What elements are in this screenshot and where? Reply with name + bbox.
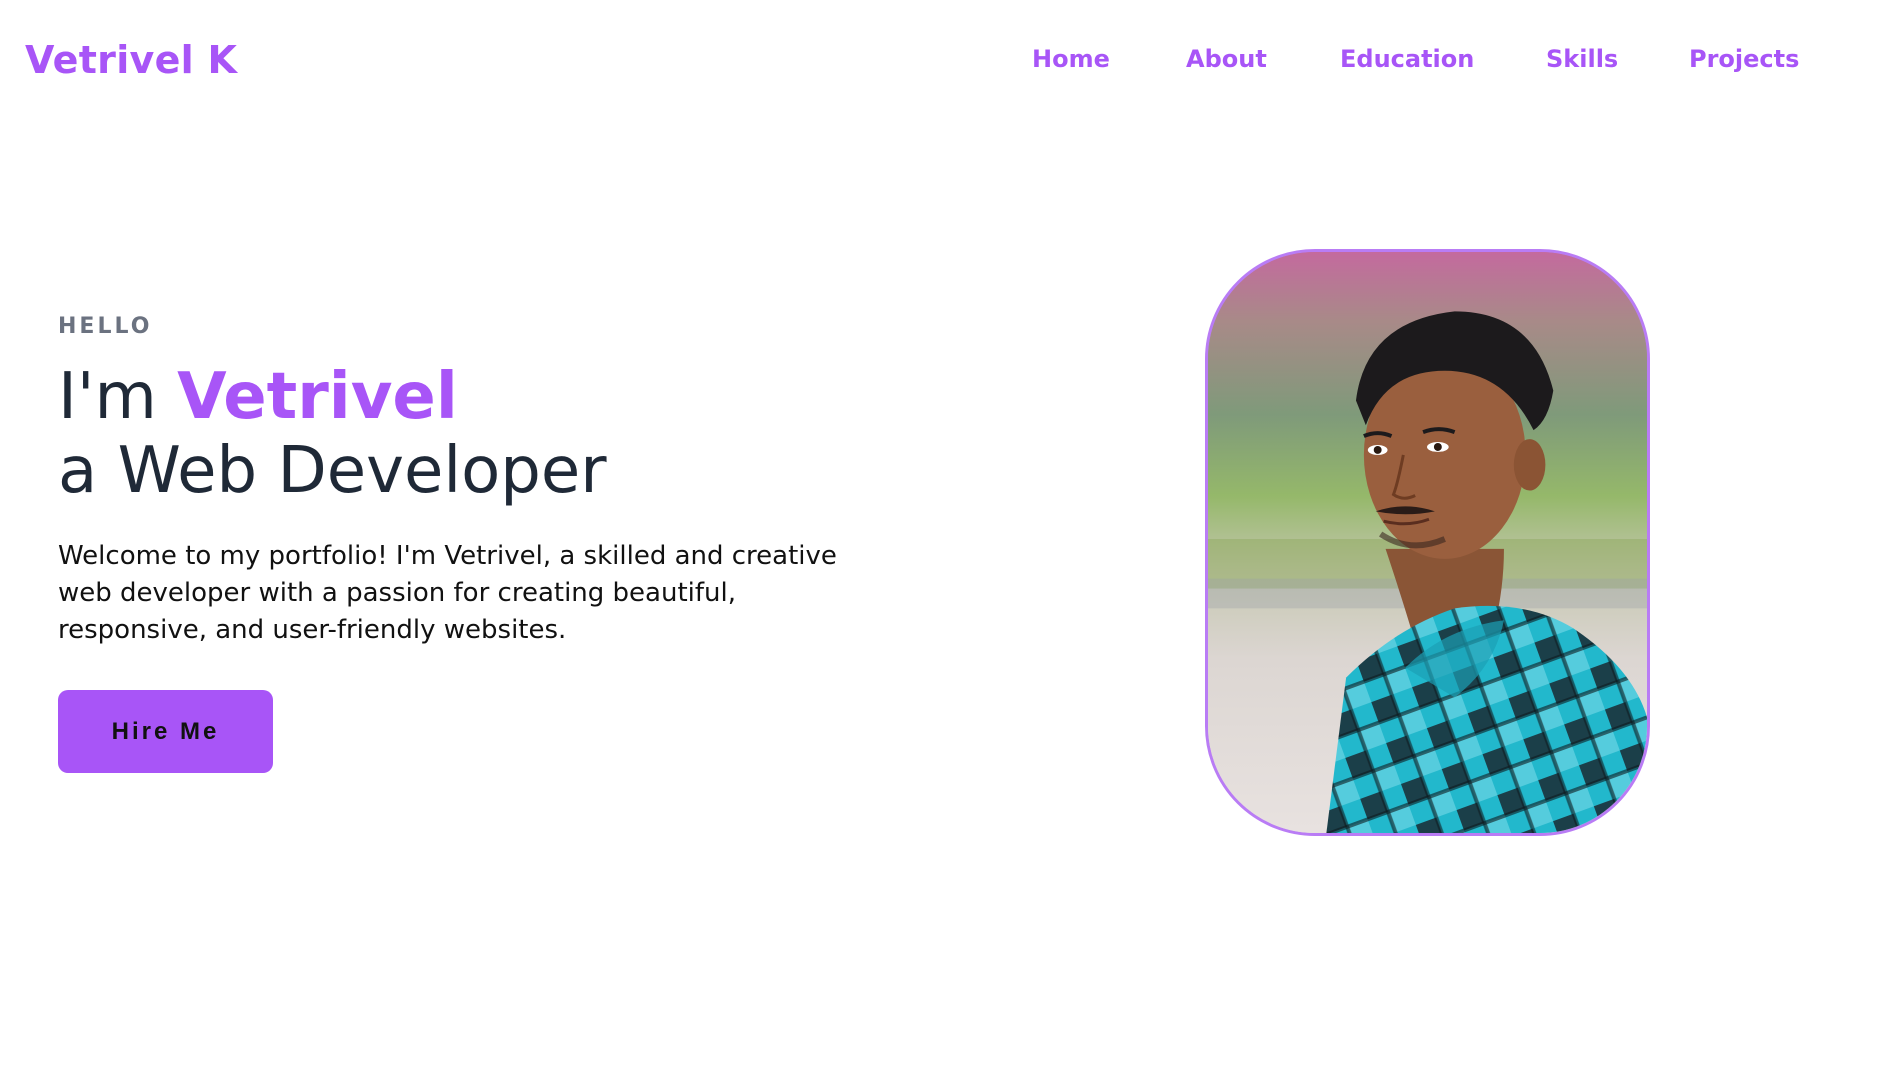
hero-greeting: HELLO (58, 314, 153, 339)
headline-role: a Web Developer (58, 434, 607, 508)
profile-photo-illustration (1208, 252, 1647, 833)
nav-link-about[interactable]: About (1186, 45, 1267, 73)
hero-intro: Welcome to my portfolio! I'm Vetrivel, a… (58, 541, 837, 645)
nav-link-home[interactable]: Home (1032, 45, 1110, 73)
nav-link-skills[interactable]: Skills (1546, 45, 1618, 73)
profile-photo (1205, 249, 1650, 836)
nav-link-projects[interactable]: Projects (1689, 45, 1799, 73)
nav-link-education[interactable]: Education (1340, 45, 1474, 73)
hero-section: HELLO I'm Vetrivel a Web Developer Welco… (58, 312, 938, 649)
headline-prefix: I'm (58, 360, 178, 434)
hire-me-button[interactable]: Hire Me (58, 690, 273, 773)
hero-headline: I'm Vetrivel a Web Developer (58, 360, 938, 508)
headline-name: Vetrivel (177, 360, 458, 434)
site-header: Vetrivel K Home About Education Skills P… (0, 0, 1887, 124)
main-nav: Home About Education Skills Projects (0, 45, 1887, 81)
